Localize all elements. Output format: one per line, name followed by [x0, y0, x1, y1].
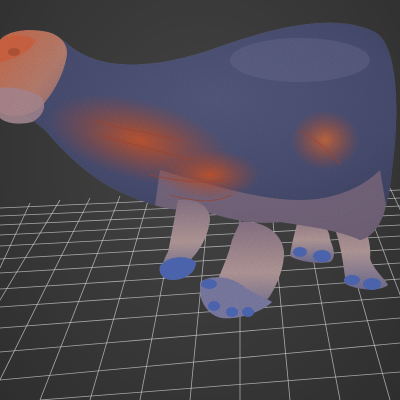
toe-claw	[242, 307, 254, 317]
toe-claw	[226, 307, 238, 317]
far-hind-foot-pad	[363, 278, 381, 290]
back-highlight	[230, 38, 370, 82]
shoulder-heat-patch	[160, 150, 260, 200]
hip-heat-patch	[290, 110, 360, 170]
far-hind-foot-pad	[344, 275, 360, 285]
dinosaur-model[interactable]	[0, 22, 397, 319]
toe-claw	[208, 301, 220, 311]
far-front-foot-pad	[293, 247, 307, 257]
3d-viewport[interactable]	[0, 0, 400, 400]
far-front-foot-pad	[313, 250, 331, 262]
toe-claw	[201, 279, 217, 289]
viewport-canvas[interactable]	[0, 0, 400, 400]
